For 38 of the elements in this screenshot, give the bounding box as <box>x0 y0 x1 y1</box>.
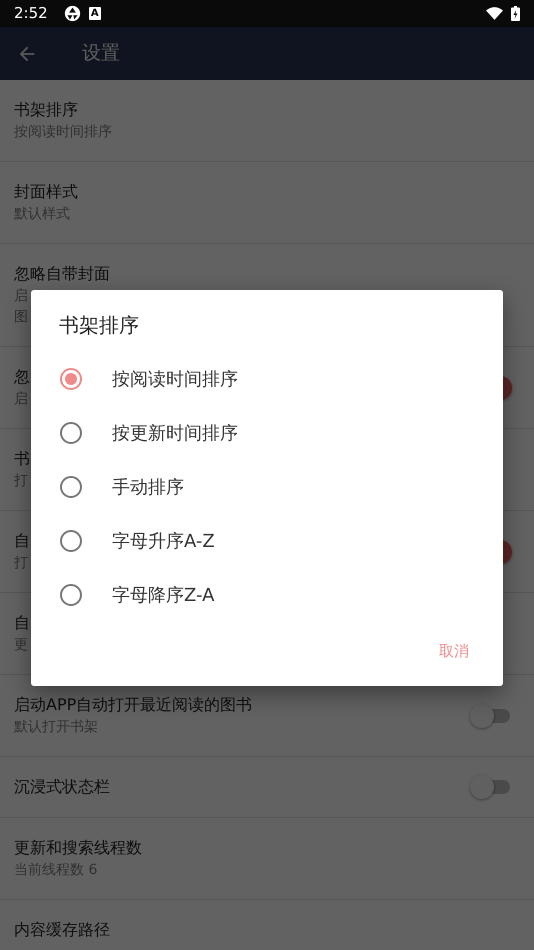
clock-text: 2:52 <box>14 3 48 24</box>
setting-title: 忽略自带封面 <box>14 263 110 285</box>
page-title: 设置 <box>82 41 120 66</box>
option-label: 字母降序Z-A <box>112 584 214 608</box>
setting-title: 更新和搜索线程数 <box>14 837 142 859</box>
option-label: 字母升序A-Z <box>112 530 215 554</box>
app-badge-icon: A <box>88 7 101 20</box>
setting-title: 书架排序 <box>14 99 78 121</box>
toggle-switch[interactable] <box>470 775 510 799</box>
sort-option[interactable]: 字母升序A-Z <box>31 514 503 568</box>
setting-title: 书 <box>14 448 30 470</box>
battery-icon <box>511 6 520 21</box>
wifi-icon <box>486 7 503 20</box>
cancel-button[interactable]: 取消 <box>431 636 477 666</box>
radio-button[interactable] <box>60 584 82 606</box>
sort-option[interactable]: 手动排序 <box>31 460 503 514</box>
dialog-title: 书架排序 <box>59 312 140 338</box>
setting-title: 封面样式 <box>14 181 78 203</box>
toggle-switch[interactable] <box>470 704 510 728</box>
radio-button[interactable] <box>60 422 82 444</box>
option-label: 按更新时间排序 <box>112 422 238 446</box>
radio-button[interactable] <box>60 530 82 552</box>
radio-button[interactable] <box>60 476 82 498</box>
setting-title: 沉浸式状态栏 <box>14 776 110 798</box>
setting-title: 自 <box>14 612 30 634</box>
settings-row[interactable]: 沉浸式状态栏 <box>0 757 534 818</box>
option-label: 按阅读时间排序 <box>112 368 238 392</box>
setting-title: 内容缓存路径 <box>14 919 110 941</box>
setting-title: 启动APP自动打开最近阅读的图书 <box>14 694 252 716</box>
aperture-icon <box>64 5 81 22</box>
sort-option[interactable]: 字母降序Z-A <box>31 568 503 622</box>
setting-title: 忽 <box>14 366 30 388</box>
sort-option[interactable]: 按更新时间排序 <box>31 406 503 460</box>
option-label: 手动排序 <box>112 476 184 500</box>
sort-option[interactable]: 按阅读时间排序 <box>31 352 503 406</box>
radio-button[interactable] <box>60 368 82 390</box>
settings-row[interactable]: 内容缓存路径 <box>0 900 534 950</box>
setting-title: 自 <box>14 530 30 552</box>
